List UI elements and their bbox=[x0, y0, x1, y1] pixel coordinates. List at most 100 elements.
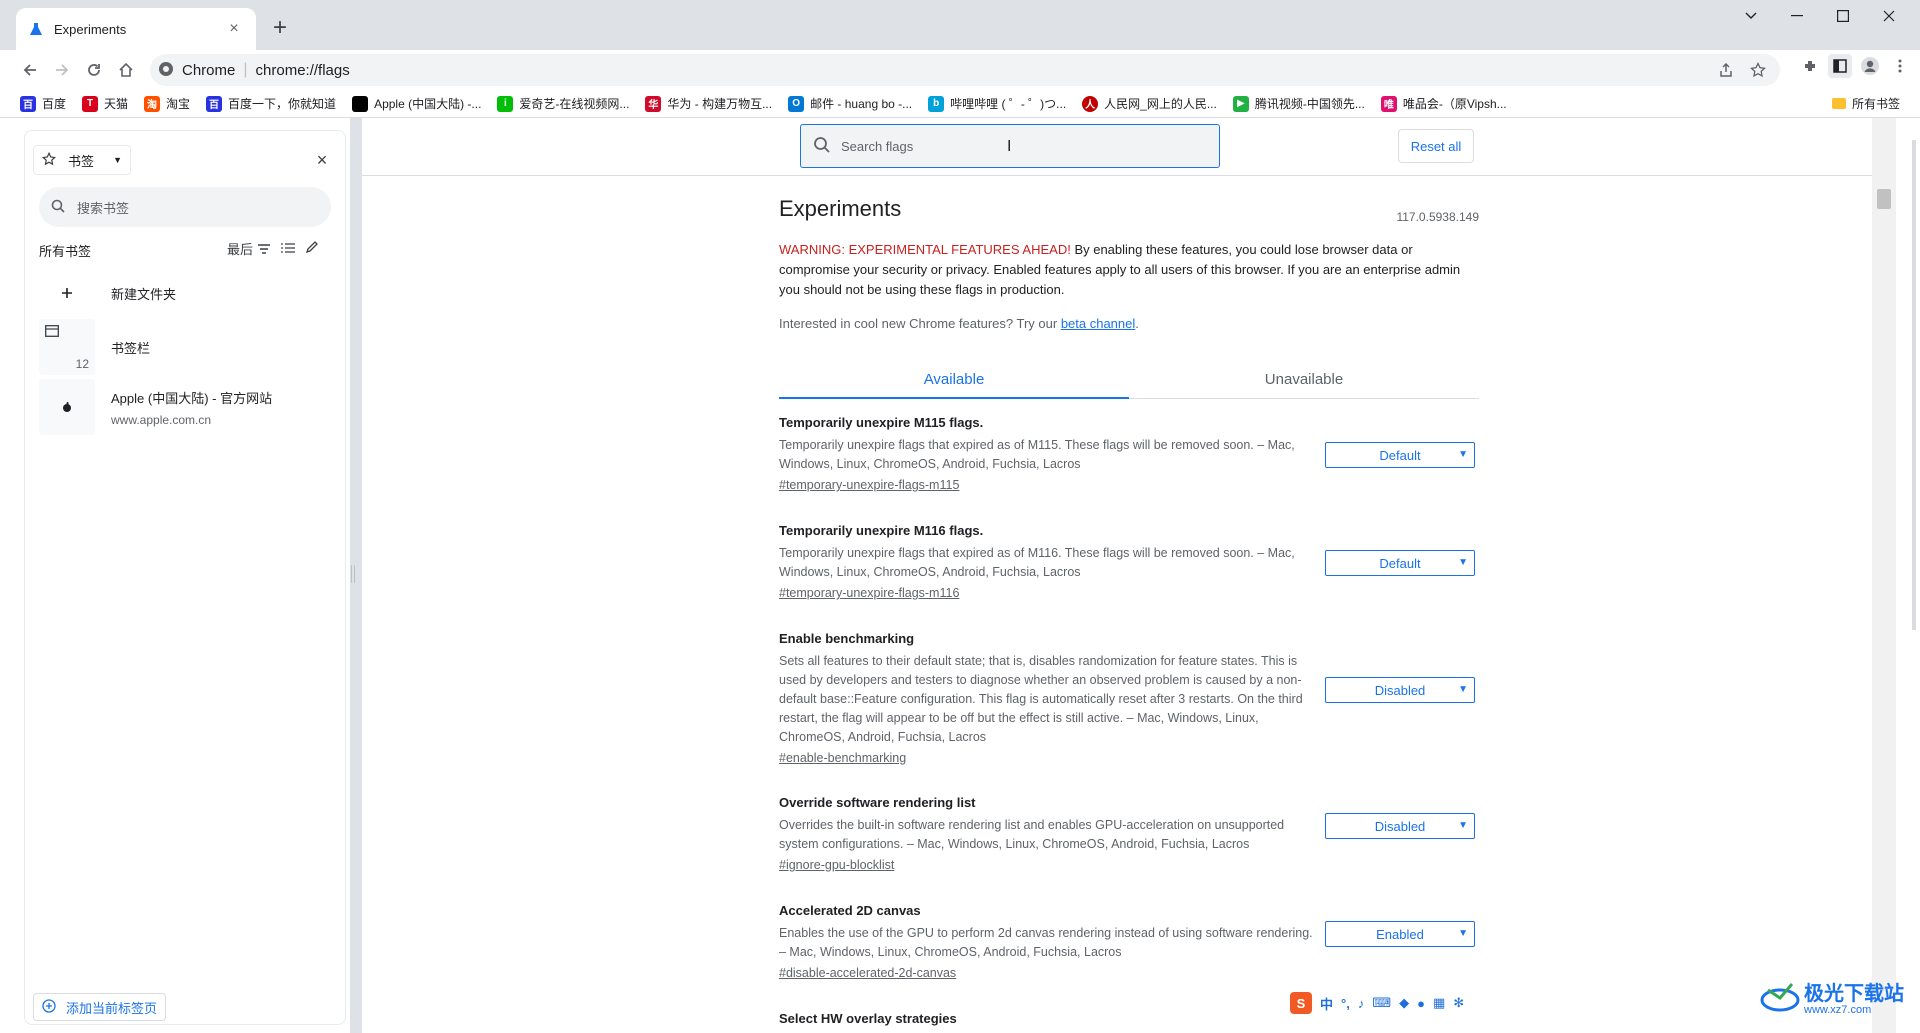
bookmark-people[interactable]: 人人民网_网上的人民... bbox=[1082, 95, 1217, 112]
tab-experiments[interactable]: Experiments × bbox=[16, 8, 256, 50]
flag-select[interactable]: Default ▼ bbox=[1325, 442, 1475, 468]
forward-button[interactable] bbox=[46, 54, 78, 86]
extensions-icon[interactable] bbox=[1798, 54, 1822, 78]
bookmark-bilibili[interactable]: b 哔哩哔哩 ( ゜- ゜)つ... bbox=[928, 95, 1066, 112]
side-panel-resize-handle[interactable] bbox=[351, 565, 355, 583]
tab-available[interactable]: Available bbox=[779, 361, 1129, 399]
reload-button[interactable] bbox=[78, 54, 110, 86]
flag-anchor-link[interactable]: #temporary-unexpire-flags-m116 bbox=[779, 586, 1479, 600]
side-panel-selector[interactable]: 书签 ▼ bbox=[33, 145, 131, 175]
flag-anchor-link[interactable]: #enable-benchmarking bbox=[779, 751, 1479, 765]
reset-all-button[interactable]: Reset all bbox=[1398, 129, 1474, 163]
flags-page: I Reset all Experiments 117.0.5938.149 W… bbox=[362, 118, 1920, 1033]
skin-icon[interactable]: ◆ bbox=[1399, 995, 1409, 1011]
bookmark-huawei[interactable]: 华华为 - 构建万物互... bbox=[645, 95, 772, 112]
bookmark-apple[interactable]: Apple (中国大陆) -... bbox=[352, 95, 481, 112]
tab-search-icon[interactable] bbox=[1728, 0, 1774, 32]
add-current-tab-button[interactable]: 添加当前标签页 bbox=[33, 993, 167, 1021]
new-folder-item[interactable]: 新建文件夹 bbox=[39, 275, 335, 311]
new-tab-button[interactable]: + bbox=[266, 14, 294, 42]
settings-gear-icon[interactable]: ✻ bbox=[1453, 995, 1464, 1011]
bookmark-tmall[interactable]: T 天猫 bbox=[82, 95, 128, 112]
bookmark-vip[interactable]: 唯唯品会-（原Vipsh... bbox=[1380, 95, 1507, 112]
watermark-url: www.xz7.com bbox=[1804, 1003, 1872, 1016]
flag-select[interactable]: Default ▼ bbox=[1325, 550, 1475, 576]
keyboard-icon[interactable]: ⌨ bbox=[1372, 995, 1391, 1011]
chevron-down-icon: ▼ bbox=[1458, 557, 1468, 568]
bookmark-baidu-search[interactable]: 百百度一下，你就知道 bbox=[206, 95, 336, 112]
search-icon bbox=[51, 199, 65, 216]
profile-avatar-icon[interactable] bbox=[1858, 54, 1882, 78]
watermark-text: 极光下载站 bbox=[1804, 982, 1904, 1005]
flag-anchor-link[interactable]: #temporary-unexpire-flags-m115 bbox=[779, 478, 1479, 492]
sort-button[interactable]: 最后 bbox=[227, 239, 271, 258]
flag-select[interactable]: Disabled ▼ bbox=[1325, 677, 1475, 703]
address-bar[interactable]: Chrome | chrome://flags bbox=[150, 54, 1780, 86]
omnibox-chrome-label: Chrome bbox=[182, 61, 236, 79]
sort-controls: 最后 bbox=[227, 239, 319, 258]
home-button[interactable] bbox=[110, 54, 142, 86]
microphone-icon[interactable]: ♪ bbox=[1358, 996, 1365, 1011]
flag-select[interactable]: Enabled ▼ bbox=[1325, 921, 1475, 947]
back-button[interactable] bbox=[14, 54, 46, 86]
flag-anchor-link[interactable]: #disable-accelerated-2d-canvas bbox=[779, 966, 1479, 980]
apple-bookmark-url: www.apple.com.cn bbox=[111, 412, 212, 427]
close-window-button[interactable] bbox=[1866, 0, 1912, 32]
minimize-button[interactable] bbox=[1774, 0, 1820, 32]
baidu-paw-icon: 百 bbox=[206, 95, 223, 112]
maximize-button[interactable] bbox=[1820, 0, 1866, 32]
side-panel-header: 书签 ▼ × bbox=[33, 145, 333, 175]
flag-description: Enables the use of the GPU to perform 2d… bbox=[779, 926, 1313, 959]
scrollbar-thumb[interactable] bbox=[1877, 189, 1891, 209]
section-title: 所有书签 bbox=[39, 244, 92, 259]
search-flags-field[interactable]: I bbox=[800, 124, 1220, 168]
list-view-icon[interactable] bbox=[281, 241, 296, 256]
flag-name: Override software rendering list bbox=[779, 795, 976, 810]
bookmarks-bar-folder[interactable]: 12 书签栏 bbox=[39, 319, 335, 375]
ime-language-toggle[interactable]: 中 bbox=[1320, 994, 1333, 1013]
page-scrollbar[interactable] bbox=[1872, 118, 1896, 1033]
chevron-down-icon: ▼ bbox=[1458, 928, 1468, 939]
flag-item: Enable benchmarking Sets all features to… bbox=[779, 631, 1479, 765]
flag-anchor-link[interactable]: #ignore-gpu-blocklist bbox=[779, 858, 1479, 872]
chevron-down-icon: ▼ bbox=[1458, 684, 1468, 695]
bookmark-star-icon[interactable] bbox=[1746, 58, 1770, 82]
warning-text: WARNING: EXPERIMENTAL FEATURES AHEAD! By… bbox=[779, 240, 1479, 300]
sogou-logo-icon[interactable]: S bbox=[1290, 992, 1312, 1014]
omnibox-url[interactable]: chrome://flags bbox=[256, 62, 350, 79]
bookmark-baidu[interactable]: 百百度 bbox=[20, 95, 66, 112]
version-label: 117.0.5938.149 bbox=[1396, 210, 1479, 224]
ime-toolbar: S 中 °, ♪ ⌨ ◆ ● ▦ ✻ bbox=[1284, 988, 1471, 1018]
edit-pencil-icon[interactable] bbox=[305, 240, 319, 257]
punctuation-icon[interactable]: °, bbox=[1341, 996, 1350, 1011]
bookmark-iqiyi[interactable]: i 爱奇艺-在线视频网... bbox=[497, 95, 629, 112]
tab-unavailable[interactable]: Unavailable bbox=[1129, 361, 1479, 398]
flag-select[interactable]: Disabled ▼ bbox=[1325, 813, 1475, 839]
beta-promo: Interested in cool new Chrome features? … bbox=[779, 316, 1139, 331]
apple-bookmark-item[interactable]: Apple (中国大陆) - 官方网站 www.apple.com.cn bbox=[39, 379, 335, 435]
chrome-icon[interactable] bbox=[158, 61, 174, 80]
tab-title: Experiments bbox=[54, 21, 127, 37]
bookmarks-search-input[interactable]: 搜索书签 bbox=[39, 187, 331, 227]
folder-icon bbox=[1831, 98, 1846, 109]
menu-kebab-icon[interactable] bbox=[1888, 54, 1912, 78]
side-panel-close-icon[interactable]: × bbox=[311, 149, 333, 171]
bookmark-taobao[interactable]: 淘淘宝 bbox=[144, 95, 190, 112]
tab-close-icon[interactable]: × bbox=[224, 19, 244, 39]
side-scroll-thumb[interactable] bbox=[1912, 140, 1916, 630]
bookmarks-bar: 百百度 T 天猫 淘淘宝 百百度一下，你就知道 Apple (中国大陆) -...… bbox=[0, 90, 1920, 118]
emoji-icon[interactable]: ● bbox=[1417, 996, 1425, 1011]
share-icon[interactable] bbox=[1714, 58, 1738, 82]
warning-heading: WARNING: EXPERIMENTAL FEATURES AHEAD! bbox=[779, 242, 1071, 257]
beta-channel-link[interactable]: beta channel bbox=[1061, 316, 1135, 331]
bookmark-tencent-video[interactable]: ▶ 腾讯视频-中国领先... bbox=[1232, 95, 1365, 112]
bookmark-mail[interactable]: O 邮件 - huang bo -... bbox=[788, 95, 912, 112]
side-panel-icon[interactable] bbox=[1828, 54, 1852, 78]
tab-strip: Experiments × + bbox=[0, 0, 1920, 50]
all-bookmarks-button[interactable]: 所有书签 bbox=[1831, 95, 1900, 112]
toolbox-icon[interactable]: ▦ bbox=[1433, 995, 1445, 1011]
flag-description: Temporarily unexpire flags that expired … bbox=[779, 546, 1295, 579]
outlook-icon: O bbox=[788, 95, 805, 112]
tencent-video-icon: ▶ bbox=[1232, 95, 1249, 112]
flag-description: Temporarily unexpire flags that expired … bbox=[779, 438, 1295, 471]
